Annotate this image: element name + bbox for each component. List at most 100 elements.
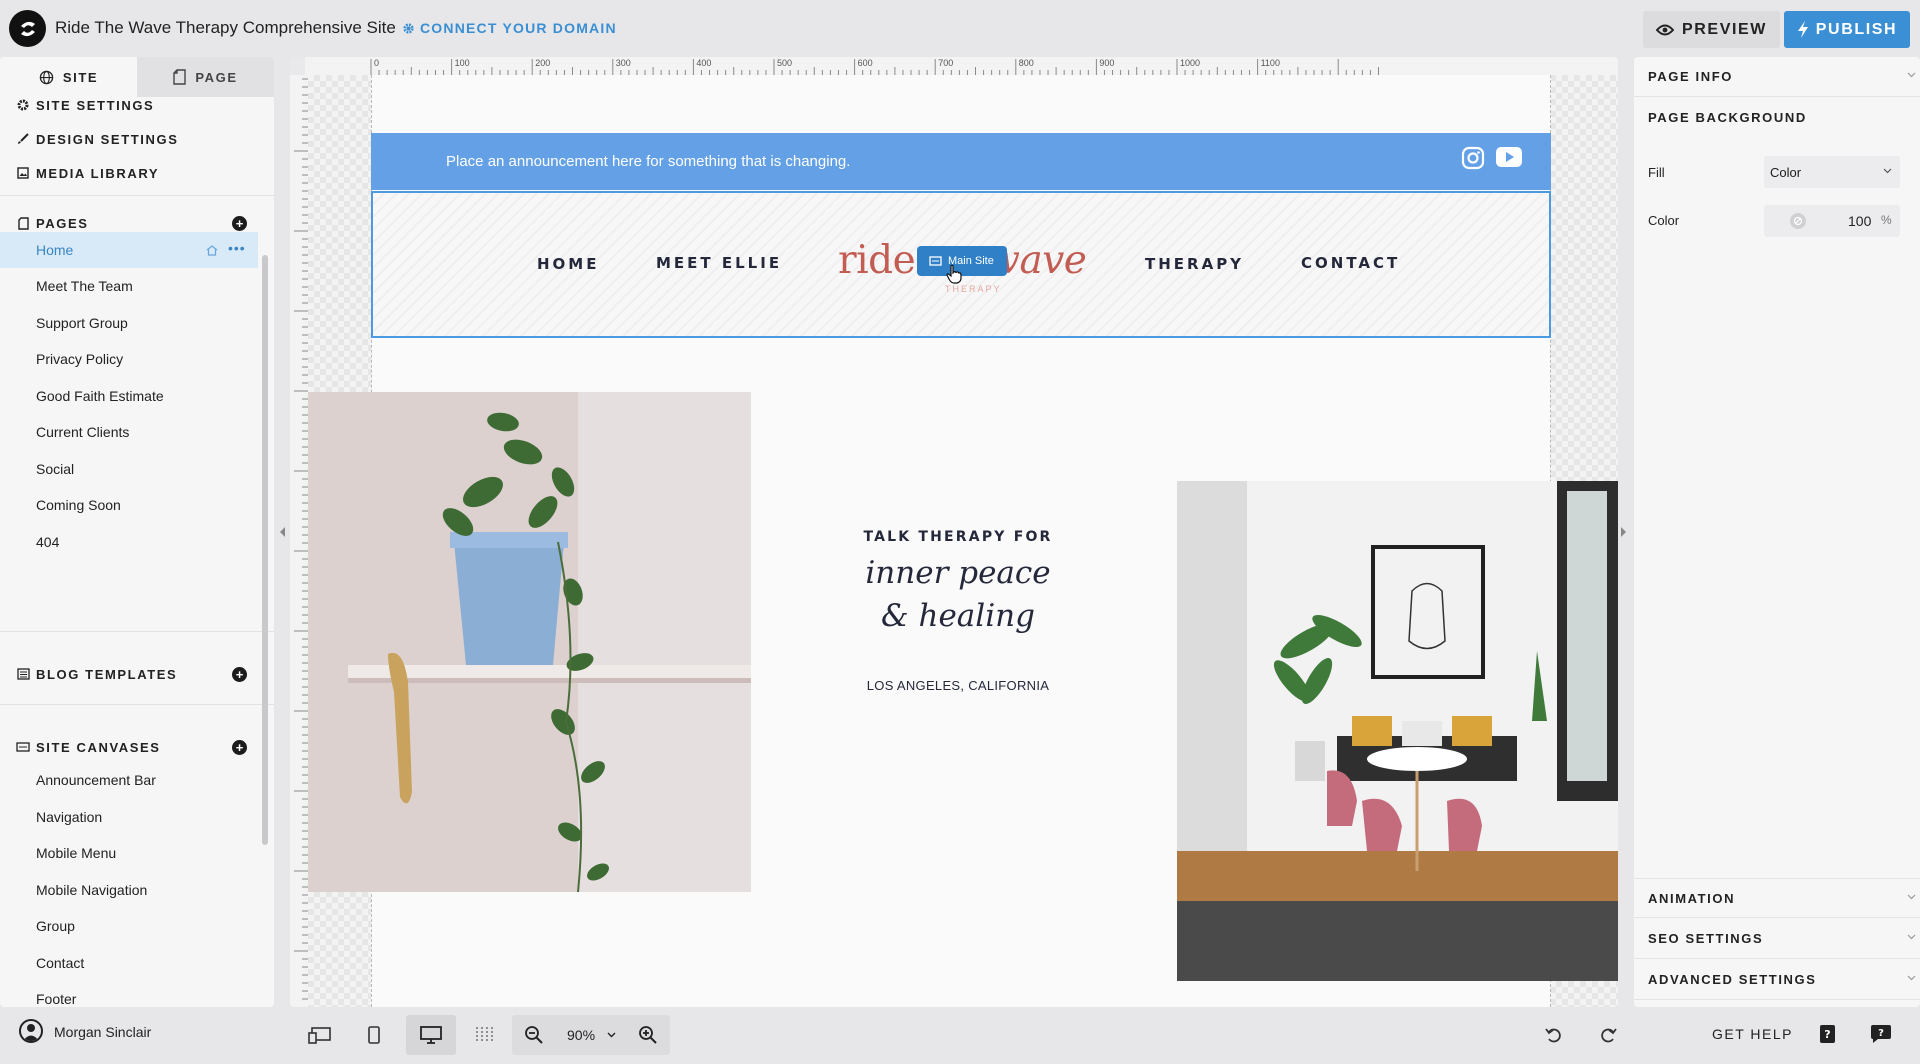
- canvas-item-label: Mobile Navigation: [36, 882, 148, 898]
- publish-button[interactable]: PUBLISH: [1784, 11, 1910, 48]
- get-help-link[interactable]: GET HELP: [1712, 1026, 1793, 1042]
- page-background-section[interactable]: PAGE BACKGROUND: [1634, 97, 1920, 137]
- page-item[interactable]: Support Group: [0, 305, 258, 341]
- canvas-icon: [929, 256, 942, 266]
- canvas-icon: [16, 742, 30, 752]
- nav-link-therapy[interactable]: THERAPY: [1145, 255, 1244, 273]
- chevron-down-icon: [1907, 975, 1916, 981]
- ruler-label: 600: [858, 58, 873, 68]
- fill-type-value: Color: [1770, 164, 1802, 180]
- grid-icon: [476, 1027, 493, 1043]
- home-icon: [206, 245, 218, 256]
- svg-text:?: ?: [1878, 1028, 1884, 1039]
- svg-text:?: ?: [1824, 1028, 1830, 1041]
- zoom-level[interactable]: 90%: [567, 1027, 595, 1043]
- canvas-item[interactable]: Contact: [0, 945, 258, 981]
- editor-canvas: 0 100 200 300 400 500 600 700 800 900 1000 1100 Pla…: [290, 57, 1618, 1007]
- navigation-bar[interactable]: HOME MEET ELLIE ride wave THERAPY THERAP…: [371, 191, 1551, 338]
- redo-icon[interactable]: [1599, 1026, 1617, 1044]
- undo-icon[interactable]: [1545, 1026, 1563, 1044]
- design-settings-item[interactable]: DESIGN SETTINGS: [16, 131, 179, 147]
- hero-headline-line-1: inner peace: [865, 555, 1051, 591]
- main-site-badge[interactable]: Main Site: [917, 246, 1007, 276]
- instagram-icon[interactable]: [1461, 146, 1485, 170]
- tab-site[interactable]: SITE: [0, 57, 137, 97]
- announcement-text: Place an announcement here for something…: [446, 153, 851, 170]
- fill-type-select[interactable]: Color: [1764, 156, 1900, 188]
- connect-domain-label: CONNECT YOUR DOMAIN: [420, 20, 617, 36]
- mobile-view-button[interactable]: [352, 1015, 396, 1055]
- connect-domain-link[interactable]: CONNECT YOUR DOMAIN: [402, 20, 617, 36]
- media-library-item[interactable]: MEDIA LIBRARY: [16, 166, 159, 181]
- chevron-down-icon: [1883, 168, 1892, 174]
- nav-link-meet-ellie[interactable]: MEET ELLIE: [656, 254, 782, 272]
- top-bar: Ride The Wave Therapy Comprehensive Site…: [0, 0, 1920, 57]
- page-item[interactable]: Coming Soon: [0, 487, 258, 523]
- chevron-down-icon: [1907, 934, 1916, 940]
- plant-photo[interactable]: [308, 392, 751, 892]
- announcement-bar[interactable]: Place an announcement here for something…: [371, 133, 1551, 190]
- nav-link-contact[interactable]: CONTACT: [1301, 254, 1400, 272]
- color-field[interactable]: 100 %: [1764, 205, 1900, 237]
- canvas-item[interactable]: Footer: [0, 981, 258, 1007]
- more-options-icon[interactable]: •••: [228, 240, 246, 256]
- add-page-button[interactable]: +: [232, 216, 247, 231]
- page-item-label: Social: [36, 461, 75, 477]
- devices-icon: [308, 1027, 331, 1044]
- canvas-item[interactable]: Mobile Navigation: [0, 872, 258, 908]
- chat-icon[interactable]: ?: [1870, 1024, 1892, 1044]
- page-item[interactable]: Privacy Policy: [0, 341, 258, 377]
- page-item[interactable]: Current Clients: [0, 414, 258, 450]
- canvas-item[interactable]: Announcement Bar: [0, 762, 258, 798]
- design-settings-label: DESIGN SETTINGS: [36, 131, 179, 147]
- user-icon: [23, 1024, 39, 1041]
- room-photo[interactable]: [1177, 481, 1618, 981]
- avatar[interactable]: [19, 1019, 43, 1043]
- tab-page[interactable]: PAGE: [137, 57, 274, 97]
- pages-title: PAGES: [36, 215, 89, 231]
- site-settings-item[interactable]: SITE SETTINGS: [16, 98, 154, 113]
- site-canvases-heading: SITE CANVASES: [16, 740, 161, 755]
- logo-text-left: ride: [838, 238, 916, 283]
- page-info-section[interactable]: PAGE INFO: [1634, 57, 1920, 97]
- add-blog-template-button[interactable]: +: [232, 667, 247, 682]
- collapse-left-icon[interactable]: [278, 526, 286, 538]
- tab-page-label: PAGE: [195, 69, 238, 85]
- seo-settings-section[interactable]: SEO SETTINGS: [1634, 919, 1920, 959]
- ruler-label: 1100: [1261, 58, 1280, 68]
- blog-templates-heading: BLOG TEMPLATES: [16, 667, 177, 682]
- help-book-icon[interactable]: ?: [1819, 1024, 1836, 1044]
- nav-link-home[interactable]: HOME: [537, 255, 599, 273]
- left-panel-scrollbar[interactable]: [262, 255, 268, 845]
- page-item[interactable]: Good Faith Estimate: [0, 378, 258, 414]
- page-item-label: Meet The Team: [36, 278, 133, 294]
- canvas-item[interactable]: Mobile Menu: [0, 835, 258, 871]
- globe-icon: [39, 70, 54, 84]
- app-logo-icon[interactable]: [9, 10, 46, 47]
- chevron-down-icon[interactable]: [607, 1032, 616, 1038]
- page-item[interactable]: Social: [0, 451, 258, 487]
- youtube-icon[interactable]: [1495, 146, 1523, 168]
- preview-button[interactable]: PREVIEW: [1643, 11, 1780, 48]
- grid-toggle-button[interactable]: [462, 1015, 506, 1055]
- page-item[interactable]: Meet The Team: [0, 268, 258, 304]
- canvas-item[interactable]: Navigation: [0, 799, 258, 835]
- zoom-out-icon[interactable]: [524, 1025, 544, 1045]
- desktop-view-button[interactable]: [406, 1015, 456, 1055]
- advanced-settings-section[interactable]: ADVANCED SETTINGS: [1634, 960, 1920, 1000]
- animation-section[interactable]: ANIMATION: [1634, 878, 1920, 918]
- canvas-item-label: Announcement Bar: [36, 772, 156, 788]
- color-swatch[interactable]: [1790, 213, 1806, 229]
- collapse-right-icon[interactable]: [1620, 526, 1628, 538]
- opacity-value[interactable]: 100: [1848, 213, 1871, 229]
- zoom-in-icon[interactable]: [638, 1025, 658, 1045]
- add-site-canvas-button[interactable]: +: [232, 740, 247, 755]
- image-icon: [16, 167, 30, 179]
- page-item-label: Current Clients: [36, 424, 130, 440]
- page-canvas[interactable]: Place an announcement here for something…: [308, 75, 1618, 1007]
- page-item-home[interactable]: Home •••: [0, 232, 258, 268]
- page-item[interactable]: 404: [0, 524, 258, 560]
- canvas-item[interactable]: Group: [0, 908, 258, 944]
- responsive-view-button[interactable]: [298, 1015, 342, 1055]
- canvas-item-label: Navigation: [36, 809, 103, 825]
